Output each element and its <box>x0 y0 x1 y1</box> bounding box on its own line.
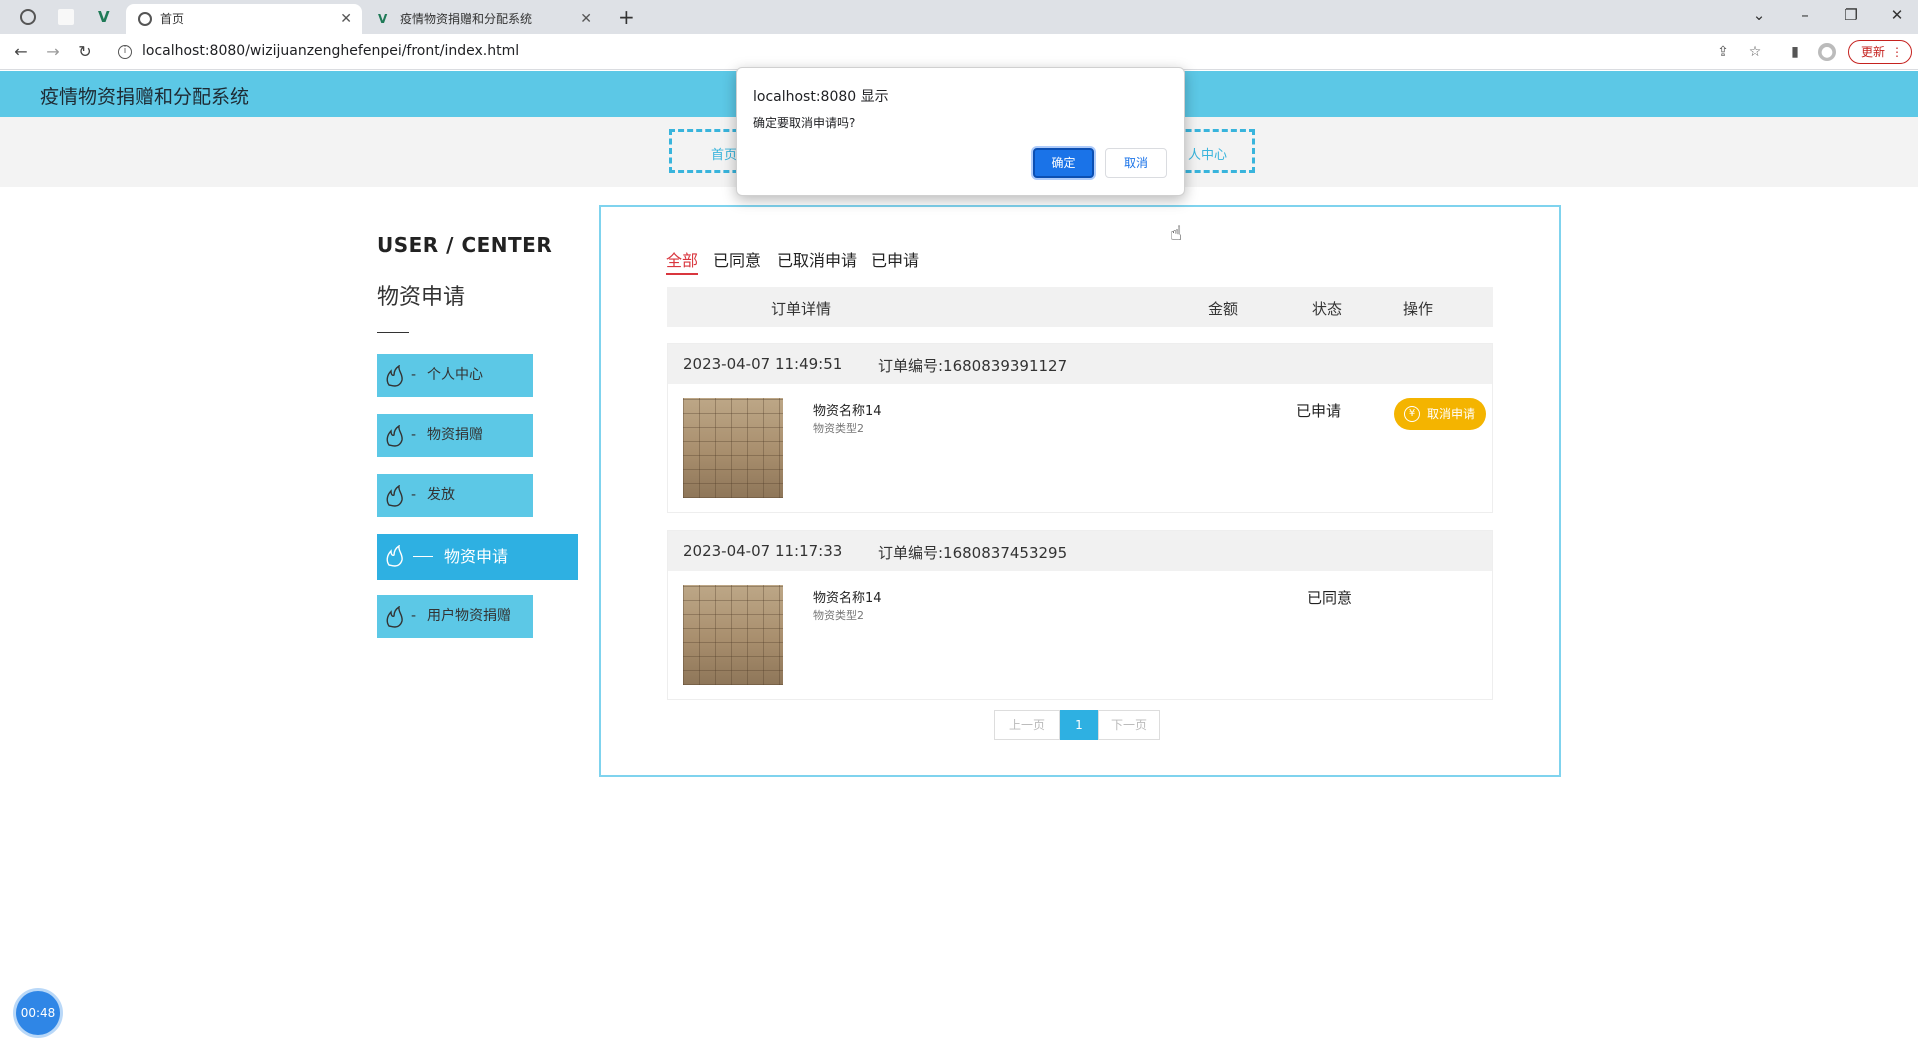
cancel-request-label: 取消申请 <box>1427 407 1476 421</box>
dialog-ok-button[interactable]: 确定 <box>1033 148 1094 178</box>
nav-home-link[interactable]: 首页 <box>711 144 737 163</box>
tab-search-icon[interactable]: ⌄ <box>1744 4 1774 26</box>
forward-arrow-icon[interactable]: → <box>42 41 64 63</box>
cancel-request-button[interactable]: ¥ 取消申请 <box>1394 398 1486 430</box>
dialog-cancel-button[interactable]: 取消 <box>1105 148 1167 178</box>
sidebar-item-personal-center[interactable]: - 个人中心 <box>377 354 533 397</box>
tab-system[interactable]: V 疫情物资捐赠和分配系统 ✕ <box>366 4 602 34</box>
close-icon[interactable]: ✕ <box>340 4 352 34</box>
back-arrow-icon[interactable]: ← <box>10 41 32 63</box>
order-header: 2023-04-07 11:17:33 订单编号:1680837453295 <box>668 531 1492 571</box>
column-header-details: 订单详情 <box>771 300 832 318</box>
next-page-button[interactable]: 下一页 <box>1098 710 1160 740</box>
filter-tab-all[interactable]: 全部 <box>666 247 699 275</box>
order-row: 2023-04-07 11:17:33 订单编号:1680837453295 物… <box>667 530 1493 700</box>
update-label: 更新 <box>1861 45 1886 59</box>
reload-icon[interactable]: ↻ <box>74 41 96 63</box>
bookmark-star-icon[interactable]: ☆ <box>1746 43 1764 61</box>
column-header-status: 状态 <box>1312 300 1343 318</box>
flame-icon <box>386 606 403 628</box>
blank-page-icon[interactable] <box>58 9 74 25</box>
flame-icon <box>386 485 403 507</box>
more-menu-icon: ⋮ <box>1891 45 1903 59</box>
product-type: 物资类型2 <box>813 609 864 622</box>
sidebar-item-label: 个人中心 <box>427 367 483 383</box>
sidebar-item-supply-request[interactable]: 物资申请 <box>377 534 578 580</box>
tab-label: 疫情物资捐赠和分配系统 <box>400 12 533 26</box>
product-name[interactable]: 物资名称14 <box>813 587 882 606</box>
close-window-button[interactable]: ✕ <box>1882 4 1912 26</box>
order-time: 2023-04-07 11:17:33 <box>683 542 843 560</box>
vue-icon[interactable]: V <box>98 9 114 25</box>
filter-tab-approved[interactable]: 已同意 <box>713 247 761 271</box>
product-type: 物资类型2 <box>813 422 864 435</box>
order-status: 已申请 <box>1296 402 1342 420</box>
sidebar-item-label: 用户物资捐赠 <box>427 608 511 624</box>
new-tab-button[interactable]: + <box>618 5 635 29</box>
globe-icon[interactable] <box>20 9 36 25</box>
product-image[interactable] <box>683 585 783 685</box>
order-row: 2023-04-07 11:49:51 订单编号:1680839391127 物… <box>667 343 1493 513</box>
confirm-dialog: localhost:8080 显示 确定要取消申请吗? 确定 取消 <box>736 67 1185 196</box>
user-center-title: USER / CENTER <box>377 233 553 257</box>
product-image[interactable] <box>683 398 783 498</box>
page-number-button[interactable]: 1 <box>1060 710 1098 740</box>
sidebar-item-donation[interactable]: - 物资捐赠 <box>377 414 533 457</box>
close-icon[interactable]: ✕ <box>580 4 592 34</box>
share-icon[interactable]: ⇪ <box>1714 43 1732 61</box>
column-header-amount: 金额 <box>1208 300 1239 318</box>
tab-home[interactable]: 首页 ✕ <box>126 4 362 34</box>
divider <box>377 332 409 333</box>
url-field[interactable]: localhost:8080/wizijuanzenghefenpei/fron… <box>142 43 519 59</box>
order-number: 订单编号:1680839391127 <box>878 357 1068 375</box>
site-title: 疫情物资捐赠和分配系统 <box>40 86 250 108</box>
sidebar-item-label: 发放 <box>427 487 455 503</box>
sidebar-item-label: 物资申请 <box>444 547 509 566</box>
filter-tab-cancelled[interactable]: 已取消申请 <box>777 247 857 271</box>
nav-user-center-link[interactable]: 人中心 <box>1188 144 1227 163</box>
sidebar-item-user-donation[interactable]: - 用户物资捐赠 <box>377 595 533 638</box>
order-status: 已同意 <box>1307 589 1353 607</box>
dialog-message: 确定要取消申请吗? <box>753 116 856 130</box>
section-title: 物资申请 <box>377 285 466 310</box>
update-button[interactable]: 更新 ⋮ <box>1848 40 1912 64</box>
sidebar-item-distribution[interactable]: - 发放 <box>377 474 533 517</box>
timer-badge[interactable]: 00:48 <box>16 991 60 1035</box>
restore-button[interactable]: ❐ <box>1836 4 1866 26</box>
side-panel-icon[interactable]: ▮ <box>1786 43 1804 61</box>
yen-coin-icon: ¥ <box>1404 406 1420 422</box>
prev-page-button[interactable]: 上一页 <box>994 710 1060 740</box>
order-time: 2023-04-07 11:49:51 <box>683 355 843 373</box>
address-bar: ← → ↻ i localhost:8080/wizijuanzenghefen… <box>0 34 1918 70</box>
order-header: 2023-04-07 11:49:51 订单编号:1680839391127 <box>668 344 1492 384</box>
flame-icon <box>386 545 403 567</box>
site-info-icon[interactable]: i <box>118 45 132 59</box>
flame-icon <box>386 425 403 447</box>
tab-label: 首页 <box>160 12 185 26</box>
dialog-title: localhost:8080 显示 <box>753 89 889 105</box>
sidebar-item-label: 物资捐赠 <box>427 427 483 443</box>
hand-cursor-icon: ☝ <box>1170 221 1183 245</box>
column-header-action: 操作 <box>1403 300 1434 318</box>
filter-tab-applied[interactable]: 已申请 <box>871 247 919 271</box>
product-name[interactable]: 物资名称14 <box>813 400 882 419</box>
browser-tab-bar: V 首页 ✕ V 疫情物资捐赠和分配系统 ✕ + ⌄ – ❐ ✕ <box>0 0 1918 34</box>
globe-icon <box>138 12 152 26</box>
flame-icon <box>386 365 403 387</box>
profile-avatar-icon[interactable]: ● <box>1818 43 1836 61</box>
table-header: 订单详情 金额 状态 操作 <box>667 287 1493 327</box>
vue-icon: V <box>378 12 388 26</box>
minimize-button[interactable]: – <box>1790 4 1820 26</box>
order-number: 订单编号:1680837453295 <box>878 544 1068 562</box>
